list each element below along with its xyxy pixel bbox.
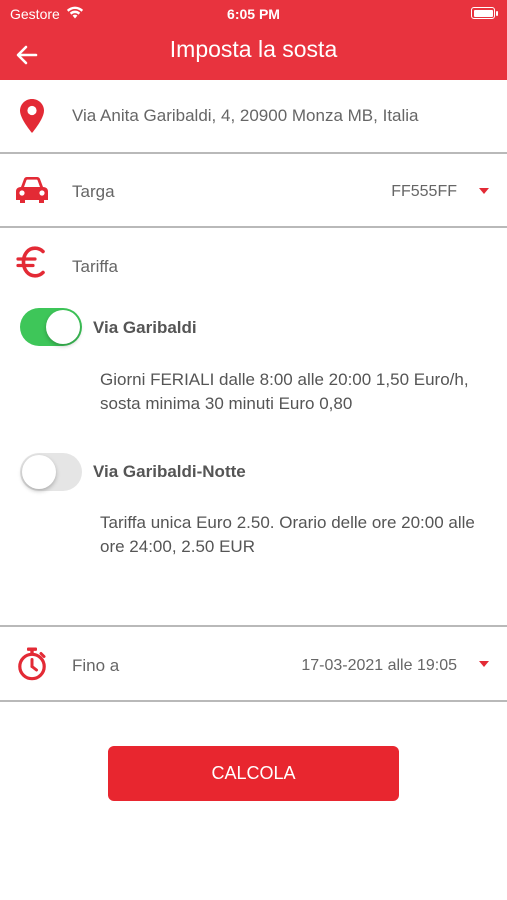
location-pin-icon bbox=[14, 98, 50, 134]
status-bar: Gestore 6:05 PM bbox=[0, 0, 507, 28]
tariff-option-description: Tariffa unica Euro 2.50. Orario delle or… bbox=[100, 513, 475, 556]
top-bar: Gestore 6:05 PM Imposta la sosta bbox=[0, 0, 507, 80]
status-time: 6:05 PM bbox=[227, 6, 280, 22]
until-value: 17-03-2021 alle 19:05 bbox=[301, 657, 457, 674]
address-text: Via Anita Garibaldi, 4, 20900 Monza MB, … bbox=[72, 106, 419, 125]
tariff-option-name: Via Garibaldi bbox=[93, 318, 197, 337]
location-row: Via Anita Garibaldi, 4, 20900 Monza MB, … bbox=[0, 80, 507, 153]
battery-icon bbox=[471, 7, 498, 19]
tariff-header: Tariffa bbox=[0, 228, 507, 304]
tariff-option-description: Giorni FERIALI dalle 8:00 alle 20:00 1,5… bbox=[100, 370, 469, 413]
toggle-knob bbox=[22, 455, 56, 489]
tariff-toggle-via-garibaldi-notte[interactable] bbox=[20, 453, 82, 491]
plate-row[interactable]: Targa FF555FF bbox=[0, 154, 507, 226]
until-label: Fino a bbox=[72, 656, 120, 675]
euro-icon bbox=[14, 244, 50, 280]
calculate-button[interactable]: CALCOLA bbox=[108, 746, 399, 801]
car-icon bbox=[14, 172, 50, 208]
tariff-label: Tariffa bbox=[72, 257, 118, 276]
plate-value: FF555FF bbox=[391, 183, 457, 200]
divider bbox=[0, 700, 507, 702]
toggle-knob bbox=[46, 310, 80, 344]
dropdown-caret-icon bbox=[479, 661, 489, 667]
tariff-toggle-via-garibaldi[interactable] bbox=[20, 308, 82, 346]
page-title: Imposta la sosta bbox=[169, 36, 338, 62]
stopwatch-icon bbox=[14, 646, 50, 682]
tariff-option-name: Via Garibaldi-Notte bbox=[93, 462, 246, 481]
plate-label: Targa bbox=[72, 182, 115, 201]
dropdown-caret-icon bbox=[479, 188, 489, 194]
until-row[interactable]: Fino a 17-03-2021 alle 19:05 bbox=[0, 627, 507, 700]
